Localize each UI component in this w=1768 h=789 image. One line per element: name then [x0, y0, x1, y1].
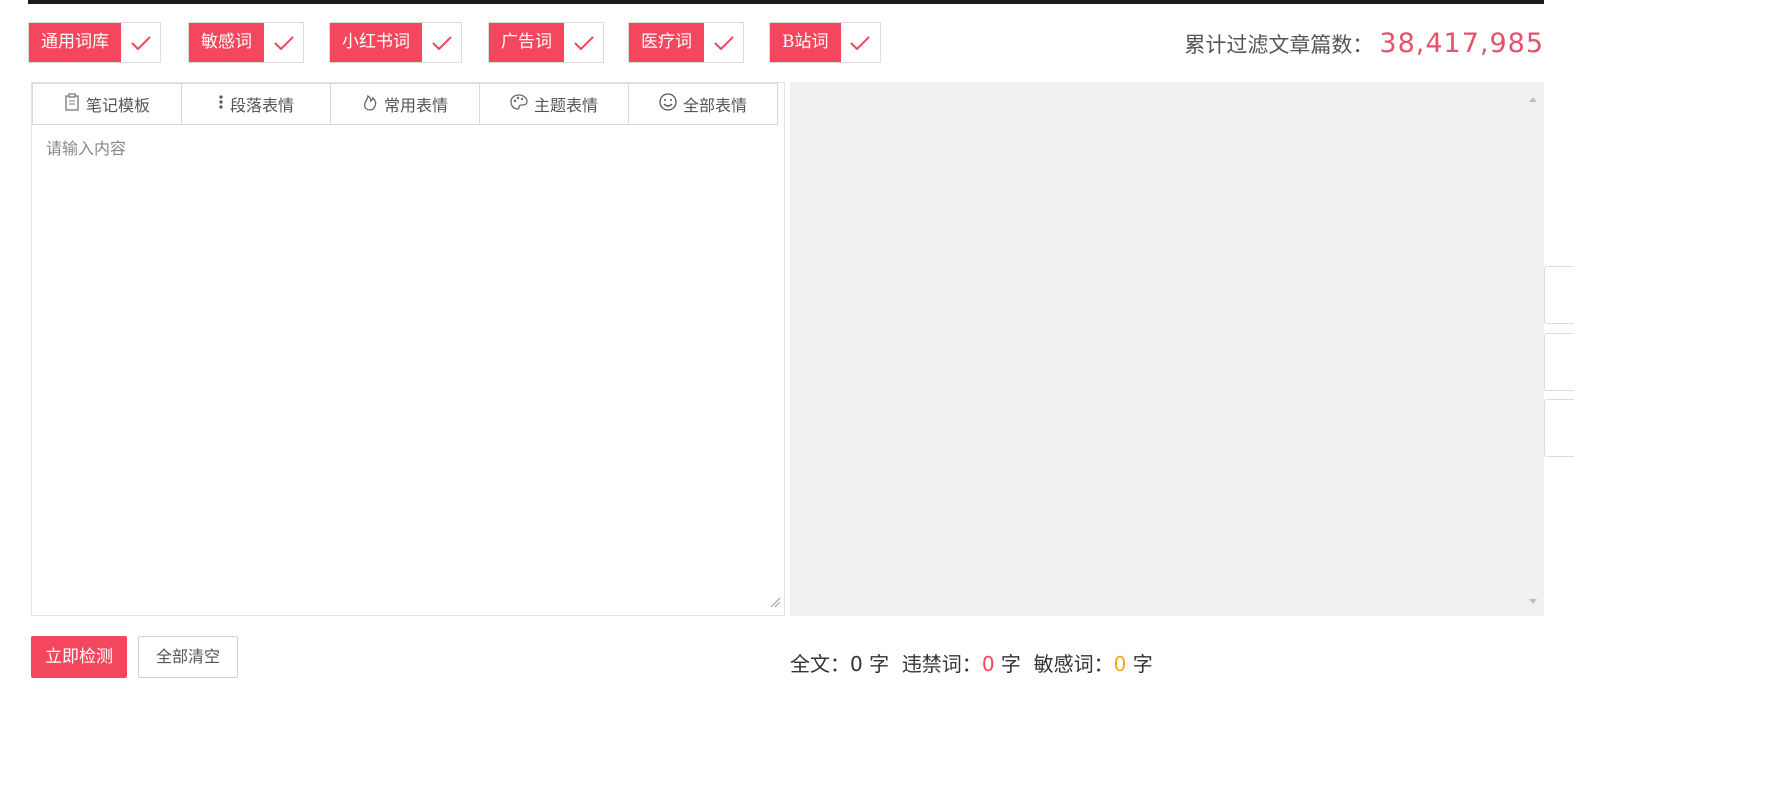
filter-xiaohongshu[interactable]: 小红书词: [329, 22, 462, 63]
common-emoji-button[interactable]: 常用表情: [330, 83, 480, 125]
word-stats: 全文：0 字 违禁词：0 字 敏感词：0 字: [790, 648, 1153, 677]
note-template-label: 笔记模板: [85, 96, 150, 115]
check-icon[interactable]: [264, 23, 303, 62]
check-now-button[interactable]: 立即检测: [31, 636, 127, 678]
sensitive-count: 0: [1113, 652, 1127, 676]
editor-toolbar: 笔记模板 段落表情 常用表情 主题表情 全部表情: [32, 83, 784, 125]
unit: 字: [1132, 652, 1153, 676]
sensitive-label: 敏感词：: [1033, 652, 1114, 676]
theme-emoji-button[interactable]: 主题表情: [479, 83, 629, 125]
common-emoji-label: 常用表情: [383, 96, 448, 115]
filtered-articles-counter: 累计过滤文章篇数： 38,417,985: [1184, 28, 1544, 59]
flame-icon: [362, 93, 378, 115]
filter-bilibili[interactable]: B站词: [769, 22, 881, 63]
theme-emoji-label: 主题表情: [533, 96, 598, 115]
counter-label: 累计过滤文章篇数：: [1184, 33, 1374, 57]
clipboard-icon: [64, 93, 80, 115]
banned-label: 违禁词：: [901, 652, 982, 676]
content-textarea[interactable]: 请输入内容: [32, 125, 784, 615]
preview-panel: [790, 82, 1544, 616]
fulltext-count: 0: [850, 652, 863, 676]
resize-handle-icon[interactable]: [769, 593, 781, 612]
smiley-icon: [659, 93, 677, 115]
scroll-up-icon[interactable]: [1528, 88, 1538, 107]
filter-label: 敏感词: [189, 23, 264, 62]
side-tab[interactable]: [1544, 399, 1574, 457]
unit: 字: [1000, 652, 1021, 676]
check-icon[interactable]: [422, 23, 461, 62]
side-tab[interactable]: [1544, 333, 1574, 391]
side-tab[interactable]: [1544, 266, 1574, 324]
filter-medical[interactable]: 医疗词: [628, 22, 744, 63]
filter-general[interactable]: 通用词库: [28, 22, 161, 63]
paragraph-emoji-label: 段落表情: [229, 96, 294, 115]
check-icon[interactable]: [564, 23, 603, 62]
filter-label: B站词: [770, 23, 841, 62]
fulltext-label: 全文：: [790, 652, 850, 676]
check-icon[interactable]: [841, 23, 880, 62]
counter-value: 38,417,985: [1379, 28, 1544, 59]
editor-panel: 笔记模板 段落表情 常用表情 主题表情 全部表情 请输入内容: [31, 82, 785, 616]
note-template-button[interactable]: 笔记模板: [32, 83, 182, 125]
scroll-down-icon[interactable]: [1528, 591, 1538, 610]
editor-placeholder: 请输入内容: [46, 139, 127, 158]
check-icon[interactable]: [121, 23, 160, 62]
unit: 字: [869, 652, 890, 676]
filter-ads[interactable]: 广告词: [488, 22, 604, 63]
palette-icon: [510, 94, 528, 114]
filter-label: 通用词库: [29, 23, 121, 62]
top-banner-strip: [28, 0, 1544, 4]
filter-label: 小红书词: [330, 23, 422, 62]
filter-label: 医疗词: [629, 23, 704, 62]
paragraph-emoji-button[interactable]: 段落表情: [181, 83, 331, 125]
banned-count: 0: [981, 652, 995, 676]
vertical-dots-icon: [218, 94, 224, 114]
filter-sensitive[interactable]: 敏感词: [188, 22, 304, 63]
all-emoji-label: 全部表情: [682, 96, 747, 115]
check-icon[interactable]: [704, 23, 743, 62]
filter-label: 广告词: [489, 23, 564, 62]
clear-all-button[interactable]: 全部清空: [138, 636, 238, 678]
all-emoji-button[interactable]: 全部表情: [628, 83, 778, 125]
